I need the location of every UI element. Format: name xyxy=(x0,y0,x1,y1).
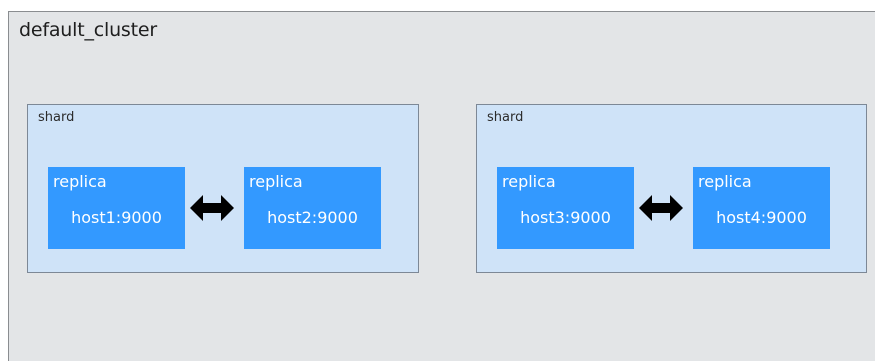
replica-host: host1:9000 xyxy=(71,208,162,227)
replica-box-host1: replica host1:9000 xyxy=(48,167,185,249)
shard-label: shard xyxy=(487,110,524,125)
replica-box-host4: replica host4:9000 xyxy=(693,167,830,249)
shard-box-2: shard replica host3:9000 replica host4:9… xyxy=(476,104,867,273)
cluster-title: default_cluster xyxy=(19,19,157,41)
shard-box-1: shard replica host1:9000 replica host2:9… xyxy=(27,104,419,273)
replica-box-host3: replica host3:9000 xyxy=(497,167,634,249)
replica-host: host4:9000 xyxy=(716,208,807,227)
replica-label: replica xyxy=(249,172,303,191)
shard-label: shard xyxy=(38,110,75,125)
cluster-container: default_cluster shard replica host1:9000… xyxy=(8,11,875,361)
replica-host: host3:9000 xyxy=(520,208,611,227)
replica-host: host2:9000 xyxy=(267,208,358,227)
double-arrow-icon xyxy=(639,195,683,221)
replica-label: replica xyxy=(698,172,752,191)
double-arrow-icon xyxy=(190,195,234,221)
replica-label: replica xyxy=(53,172,107,191)
replica-box-host2: replica host2:9000 xyxy=(244,167,381,249)
replica-label: replica xyxy=(502,172,556,191)
